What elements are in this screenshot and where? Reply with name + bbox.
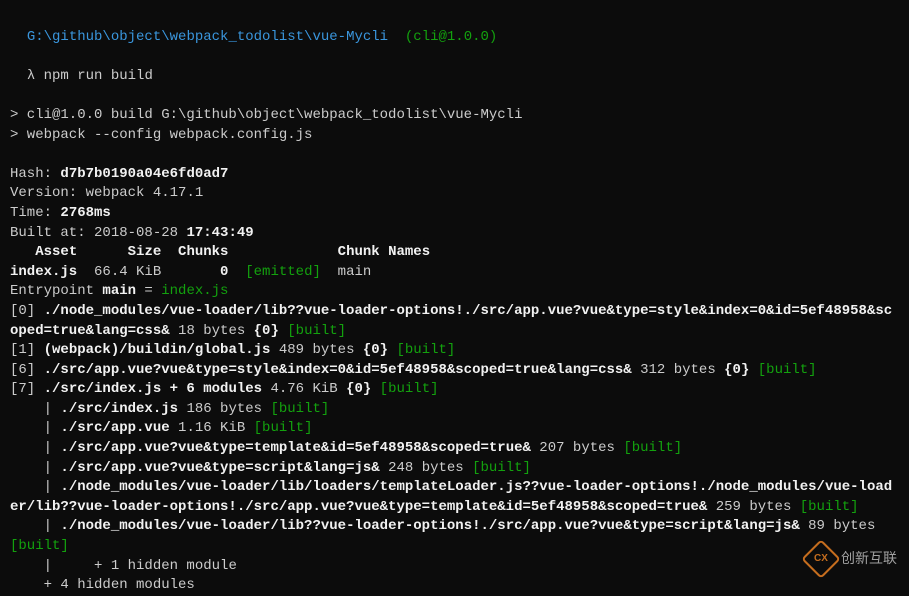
hash-line: Hash: d7b7b0190a04e6fd0ad7 xyxy=(10,165,899,185)
prompt-path: G:\github\object\webpack_todolist\vue-My… xyxy=(27,29,388,45)
command-line[interactable]: λ npm run build xyxy=(10,47,899,86)
emitted-tag: [emitted] xyxy=(228,264,320,280)
time-line: Time: 2768ms xyxy=(10,204,899,224)
npm-run-line2: > webpack --config webpack.config.js xyxy=(10,126,899,146)
prompt-pkg: (cli@1.0.0) xyxy=(405,29,497,45)
module-7: [7] ./src/index.js + 6 modules 4.76 KiB … xyxy=(10,380,899,400)
watermark-text: 创新互联 xyxy=(841,549,897,569)
submodule-5: | ./node_modules/vue-loader/lib/loaders/… xyxy=(10,478,899,517)
prompt-symbol: λ xyxy=(27,68,35,84)
prompt-line: G:\github\object\webpack_todolist\vue-My… xyxy=(10,8,899,47)
asset-row: index.js 66.4 KiB 0 [emitted] main xyxy=(10,263,899,283)
submodule-2: | ./src/app.vue 1.16 KiB [built] xyxy=(10,419,899,439)
hidden-module-2: + 4 hidden modules xyxy=(10,576,899,596)
hidden-module-1: | + 1 hidden module xyxy=(10,557,899,577)
entrypoint-line: Entrypoint main = index.js xyxy=(10,282,899,302)
module-6: [6] ./src/app.vue?vue&type=style&index=0… xyxy=(10,361,899,381)
asset-header: Asset Size Chunks Chunk Names xyxy=(10,243,899,263)
module-0: [0] ./node_modules/vue-loader/lib??vue-l… xyxy=(10,302,899,341)
submodule-3: | ./src/app.vue?vue&type=template&id=5ef… xyxy=(10,439,899,459)
submodule-6: | ./node_modules/vue-loader/lib??vue-loa… xyxy=(10,517,899,556)
watermark: CX 创新互联 xyxy=(807,545,897,573)
built-line: Built at: 2018-08-28 17:43:49 xyxy=(10,224,899,244)
version-line: Version: webpack 4.17.1 xyxy=(10,184,899,204)
submodule-4: | ./src/app.vue?vue&type=script&lang=js&… xyxy=(10,459,899,479)
asset-name: index.js xyxy=(10,264,77,280)
watermark-logo-icon: CX xyxy=(801,539,841,579)
submodule-1: | ./src/index.js 186 bytes [built] xyxy=(10,400,899,420)
command-text: npm run build xyxy=(44,68,153,84)
npm-run-line1: > cli@1.0.0 build G:\github\object\webpa… xyxy=(10,106,899,126)
module-1: [1] (webpack)/buildin/global.js 489 byte… xyxy=(10,341,899,361)
